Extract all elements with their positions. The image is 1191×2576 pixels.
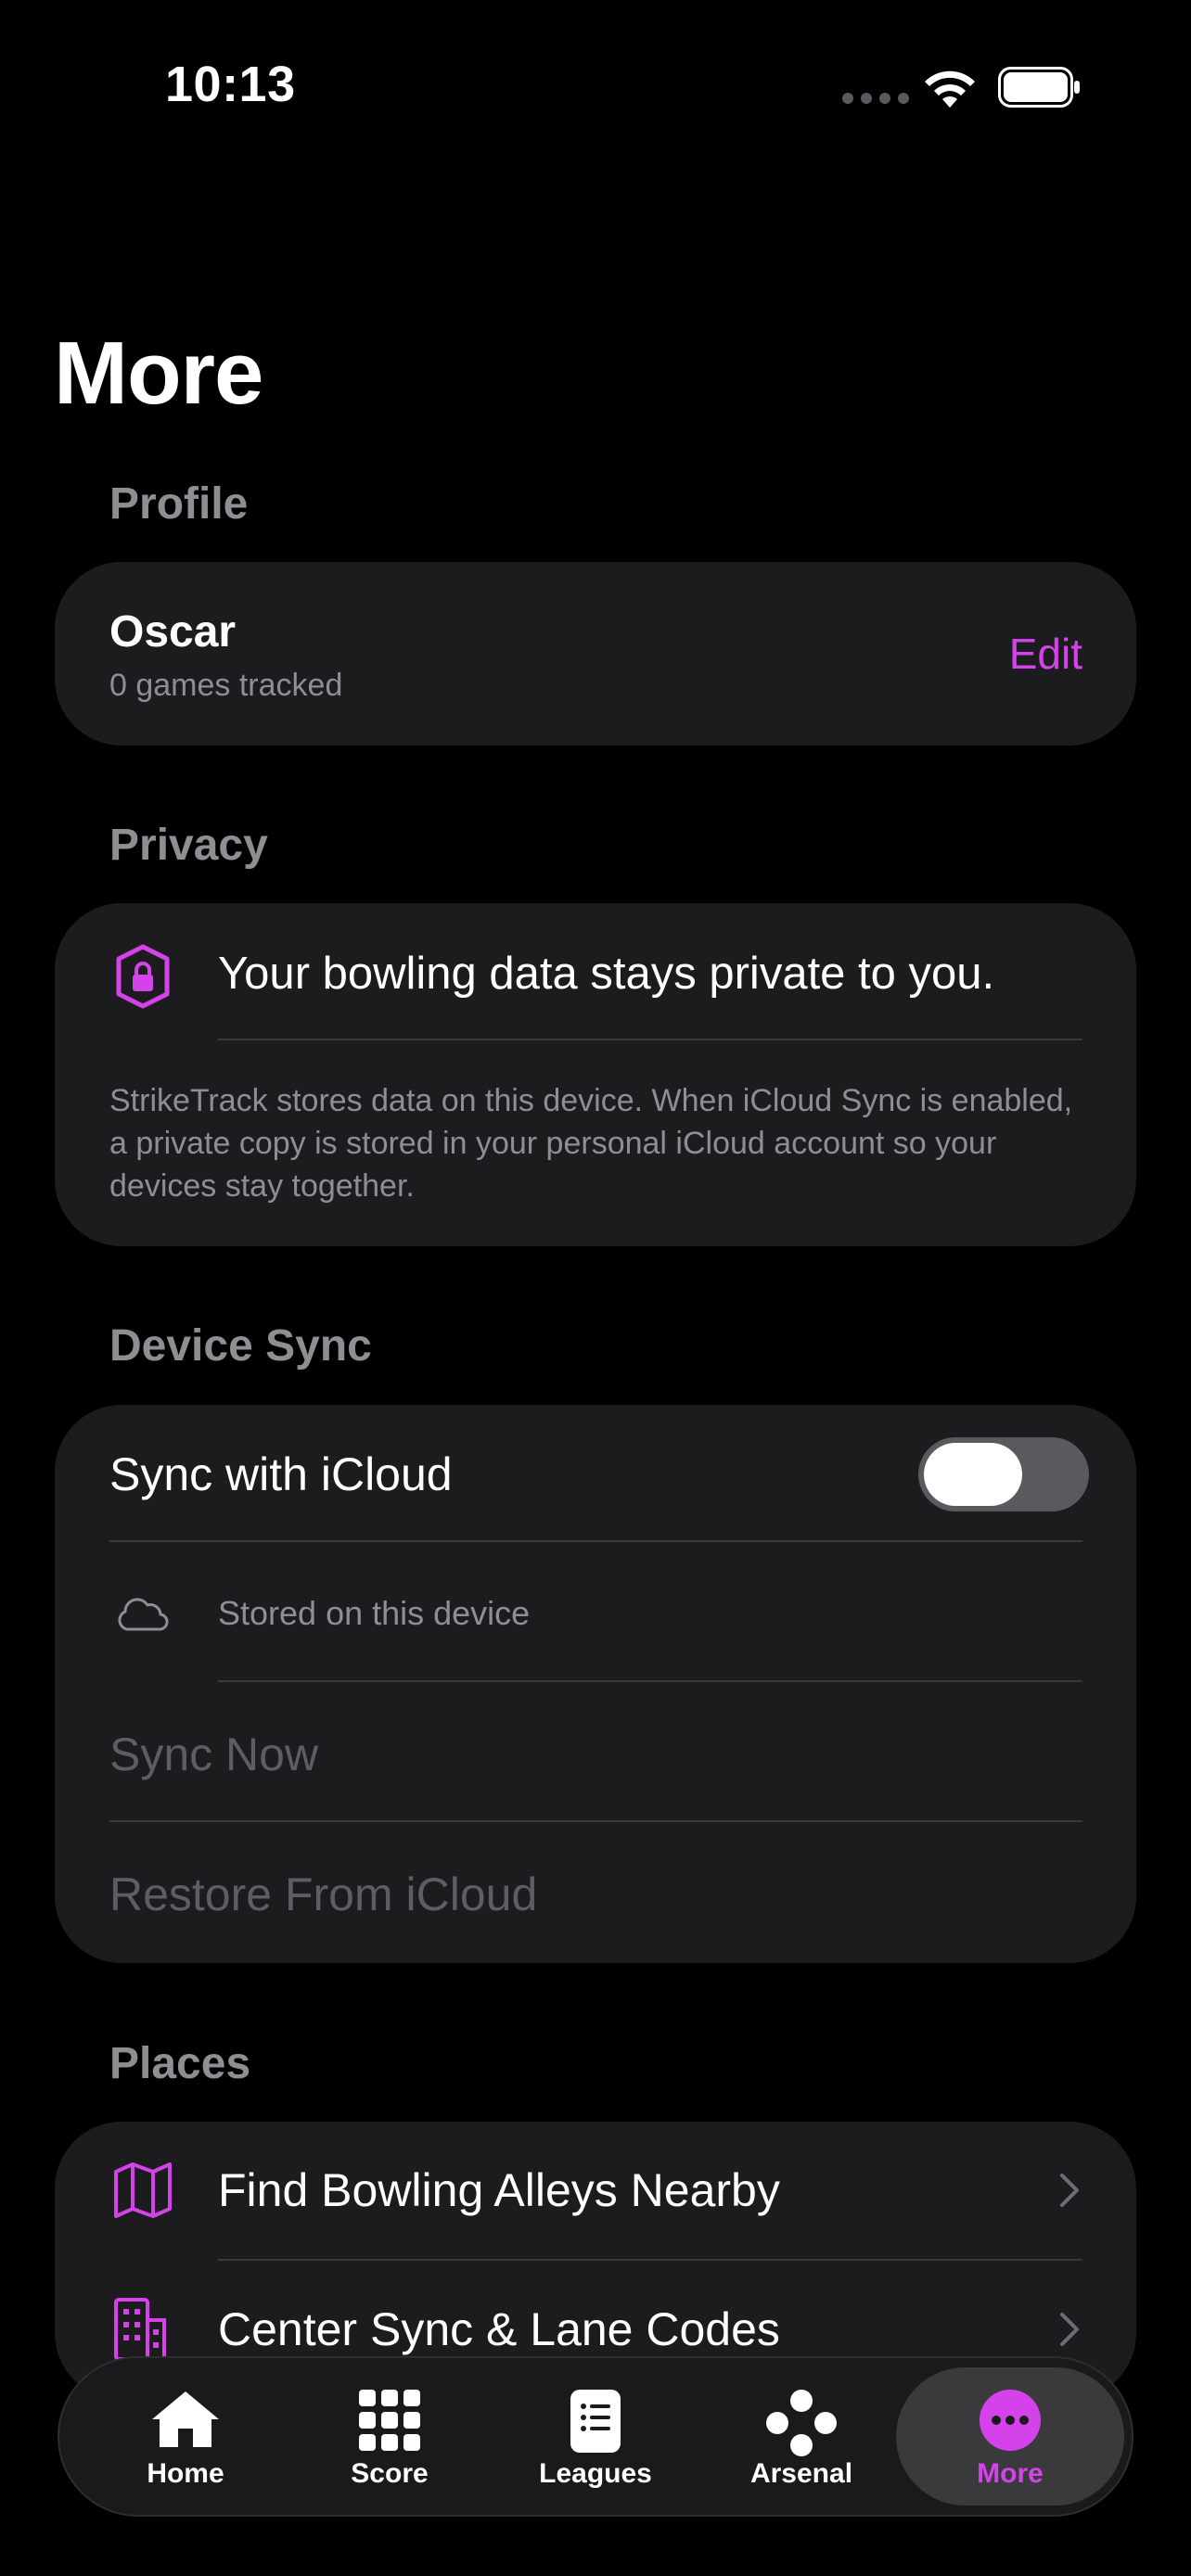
battery-icon — [998, 67, 1080, 108]
profile-name: Oscar — [109, 607, 237, 657]
privacy-section-header: Privacy — [109, 821, 268, 870]
find-alleys-label: Find Bowling Alleys Nearby — [218, 2164, 780, 2216]
device-sync-card: Sync with iCloud Stored on this device S… — [55, 1405, 1136, 1963]
tab-leagues[interactable]: Leagues — [497, 2358, 694, 2515]
status-bar: 10:13 — [0, 0, 1191, 176]
sync-icloud-toggle[interactable] — [918, 1437, 1089, 1511]
toggle-knob — [924, 1443, 1022, 1506]
more-screen: 10:13 More Profile Oscar 0 games tracked… — [0, 0, 1191, 2576]
find-alleys-row[interactable]: Find Bowling Alleys Nearby — [55, 2122, 1136, 2261]
profile-card: Oscar 0 games tracked Edit — [55, 562, 1136, 746]
cellular-signal-icon — [842, 93, 909, 104]
divider — [109, 1820, 1082, 1822]
places-section-header: Places — [109, 2039, 251, 2088]
grid-icon — [359, 2390, 420, 2451]
tab-home[interactable]: Home — [87, 2358, 284, 2515]
ellipsis-circle-icon — [980, 2390, 1041, 2451]
profile-games-count: 0 games tracked — [109, 668, 343, 703]
privacy-card: Your bowling data stays private to you. … — [55, 903, 1136, 1246]
chevron-right-icon — [1060, 2174, 1079, 2207]
bowling-pins-icon — [766, 2390, 837, 2456]
map-icon — [114, 2162, 172, 2218]
house-icon — [152, 2391, 219, 2447]
list-icon — [570, 2390, 621, 2453]
tab-score[interactable]: Score — [291, 2358, 488, 2515]
tab-home-label: Home — [147, 2458, 224, 2489]
privacy-headline: Your bowling data stays private to you. — [218, 949, 995, 999]
divider — [109, 1540, 1082, 1542]
center-sync-label: Center Sync & Lane Codes — [218, 2303, 780, 2355]
edit-profile-button[interactable]: Edit — [1009, 629, 1082, 679]
tab-more[interactable]: More — [911, 2358, 1109, 2515]
wifi-icon — [925, 70, 975, 108]
tab-score-label: Score — [351, 2458, 429, 2489]
sync-icloud-label: Sync with iCloud — [109, 1448, 453, 1500]
tab-leagues-label: Leagues — [539, 2458, 652, 2489]
divider — [218, 1039, 1082, 1040]
tab-arsenal[interactable]: Arsenal — [703, 2358, 900, 2515]
chevron-right-icon — [1060, 2313, 1079, 2346]
status-time: 10:13 — [165, 57, 296, 112]
tab-bar: Home Score Leagues Arsenal More — [58, 2356, 1133, 2517]
tab-more-label: More — [977, 2458, 1044, 2489]
storage-status: Stored on this device — [218, 1594, 531, 1632]
device-sync-section-header: Device Sync — [109, 1321, 372, 1371]
privacy-description: StrikeTrack stores data on this device. … — [109, 1083, 1073, 1204]
page-title: More — [54, 324, 263, 423]
restore-icloud-button[interactable]: Restore From iCloud — [109, 1868, 537, 1921]
building-icon — [114, 2298, 166, 2361]
sync-now-button[interactable]: Sync Now — [109, 1728, 318, 1781]
tab-arsenal-label: Arsenal — [749, 2458, 853, 2489]
profile-section-header: Profile — [109, 479, 249, 529]
lock-shield-icon — [116, 944, 170, 1009]
divider — [218, 1680, 1082, 1682]
cloud-icon — [118, 1598, 169, 1631]
